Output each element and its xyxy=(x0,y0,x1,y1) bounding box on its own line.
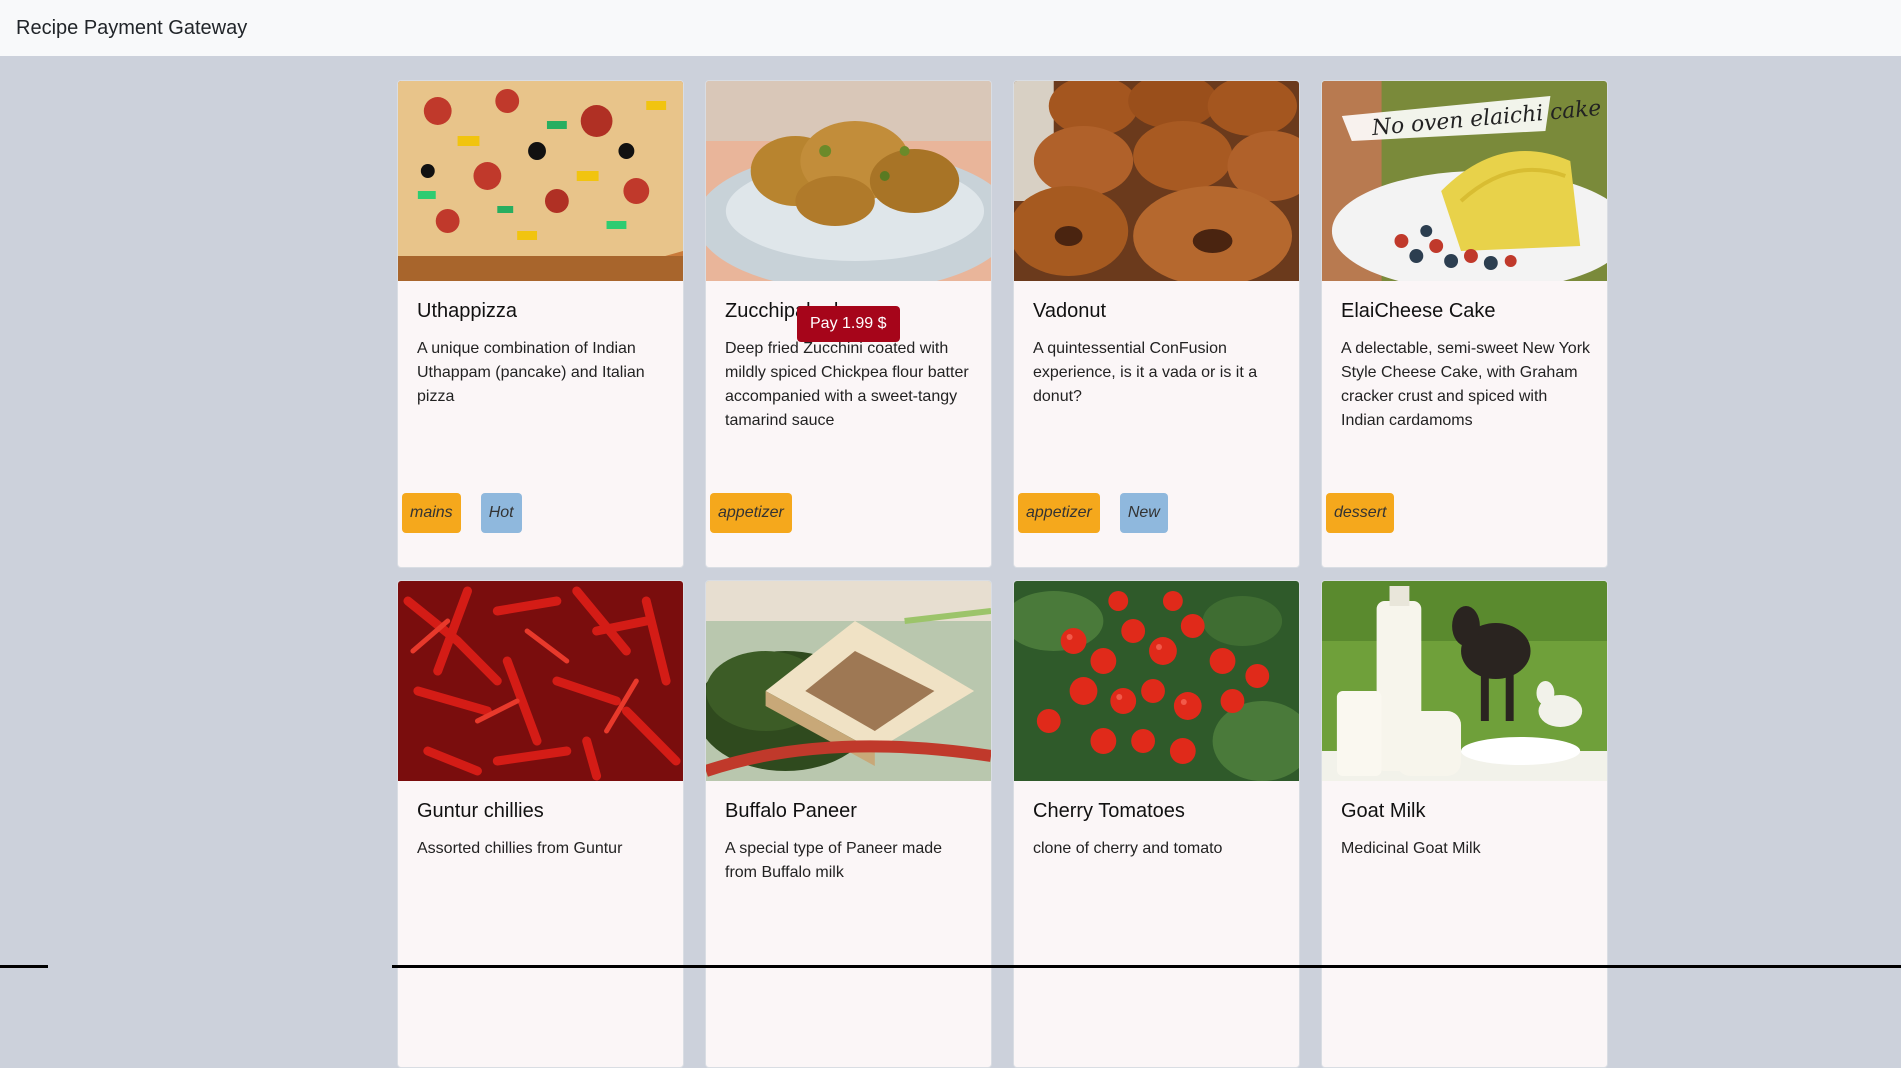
dish-card-elaicheese-cake[interactable]: No oven elaichi cake ElaiCheese Cake A d… xyxy=(1321,80,1608,568)
dish-description: A special type of Paneer made from Buffa… xyxy=(725,840,943,881)
label-badge: Hot xyxy=(480,493,522,533)
dish-description: Medicinal Goat Milk xyxy=(1341,840,1481,857)
dish-image[interactable] xyxy=(398,81,683,281)
category-badge: mains xyxy=(402,493,461,533)
dish-card-uthappizza[interactable]: Uthappizza A unique combination of India… xyxy=(397,80,684,568)
dish-card-vadonut[interactable]: Vadonut A quintessential ConFusion exper… xyxy=(1013,80,1300,568)
dish-description: A unique combination of Indian Uthappam … xyxy=(417,340,645,405)
category-badge: dessert xyxy=(1326,493,1395,533)
navbar: Recipe Payment Gateway xyxy=(0,0,1901,56)
dish-image[interactable] xyxy=(706,81,991,281)
dish-description: A delectable, semi-sweet New York Style … xyxy=(1341,340,1591,429)
dish-description: Deep fried Zucchini coated with mildly s… xyxy=(725,340,969,429)
dish-card-goat-milk[interactable]: Goat Milk Medicinal Goat Milk xyxy=(1321,580,1608,1068)
pay-button[interactable]: Pay 1.99 $ xyxy=(797,306,900,342)
navbar-brand[interactable]: Recipe Payment Gateway xyxy=(16,17,247,40)
dish-title: Guntur chillies xyxy=(417,800,544,822)
dish-title: Goat Milk xyxy=(1341,800,1426,822)
dish-title: Buffalo Paneer xyxy=(725,800,857,822)
label-badge: New xyxy=(1119,493,1168,533)
dish-image[interactable] xyxy=(398,581,683,781)
dish-description: A quintessential ConFusion experience, i… xyxy=(1033,340,1258,405)
dish-card-cherry-tomatoes[interactable]: Cherry Tomatoes clone of cherry and toma… xyxy=(1013,580,1300,1068)
category-badge: appetizer xyxy=(1018,493,1100,533)
dish-image[interactable] xyxy=(1322,581,1607,781)
dish-title: Uthappizza xyxy=(417,300,518,322)
dish-card-buffalo-paneer[interactable]: Buffalo Paneer A special type of Paneer … xyxy=(705,580,992,1068)
dish-title: Vadonut xyxy=(1033,300,1107,322)
dish-card-guntur-chillies[interactable]: Guntur chillies Assorted chillies from G… xyxy=(397,580,684,1068)
dish-image[interactable] xyxy=(1014,581,1299,781)
dish-image[interactable] xyxy=(1014,81,1299,281)
category-badge: appetizer xyxy=(710,493,792,533)
dish-grid: Uthappizza A unique combination of India… xyxy=(397,80,1608,1068)
dish-title: ElaiCheese Cake xyxy=(1341,300,1496,322)
dish-description: clone of cherry and tomato xyxy=(1033,840,1223,857)
dish-image[interactable]: No oven elaichi cake xyxy=(1322,81,1607,281)
dish-image[interactable] xyxy=(706,581,991,781)
dish-title: Cherry Tomatoes xyxy=(1033,800,1185,822)
dish-description: Assorted chillies from Guntur xyxy=(417,840,623,857)
